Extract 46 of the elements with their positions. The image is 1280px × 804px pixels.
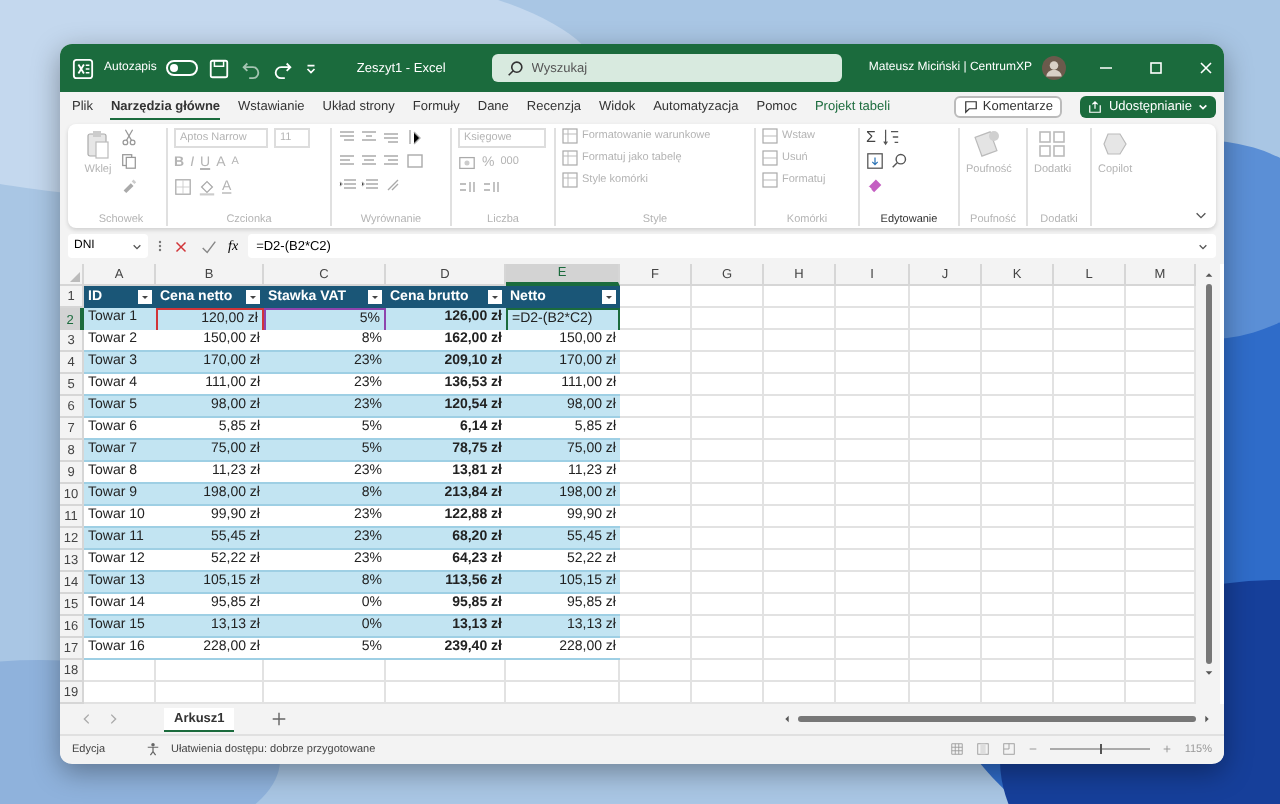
enter-icon[interactable] [200,237,218,255]
cells-icon [762,172,778,188]
accessibility-icon[interactable] [145,742,160,756]
search-icon[interactable] [890,152,908,170]
fill-down-icon[interactable] [866,152,884,170]
search-icon [505,59,524,77]
comment-icon [964,100,979,114]
table-icon [562,172,578,188]
save-icon[interactable] [208,57,231,79]
share-icon [1088,100,1103,114]
autosave-toggle[interactable] [166,60,199,76]
maximize-icon[interactable] [1146,58,1166,78]
triangle-icon [70,272,80,282]
scroll-left-icon[interactable] [782,714,792,724]
cancel-icon[interactable] [172,237,190,255]
filter-dropdown-button[interactable] [368,290,382,304]
scroll-down-icon[interactable] [1203,668,1213,678]
redo-icon[interactable] [272,57,295,79]
table-icon [562,128,578,144]
filter-dropdown-button[interactable] [488,290,502,304]
vertical-scrollbar[interactable] [1196,264,1220,704]
customize-icon[interactable] [304,61,319,75]
filter-dropdown-button[interactable] [246,290,260,304]
undo-icon[interactable] [240,57,263,79]
scroll-right-icon[interactable] [1202,714,1212,724]
cells-icon [762,150,778,166]
grid-icon [1036,128,1069,160]
filter-dropdown-button[interactable] [602,290,616,304]
caret-icon [1198,102,1208,112]
document-icon [972,128,1005,160]
collapse-ribbon-icon[interactable] [1194,208,1208,222]
excel-logo-icon [72,57,94,79]
add-sheet-icon[interactable] [270,710,289,728]
scroll-up-icon[interactable] [1203,270,1213,280]
table-icon [562,150,578,166]
eraser-icon[interactable] [866,176,884,194]
filter-dropdown-button[interactable] [138,290,152,304]
close-icon[interactable] [1196,58,1216,78]
autosum-button[interactable]: Σ [866,128,876,146]
caret-icon [132,241,142,251]
sort-filter-icon[interactable] [881,128,900,146]
avatar[interactable] [1042,56,1066,80]
horizontal-scrollbar[interactable] [782,714,1212,724]
expand-icon[interactable] [1198,241,1208,251]
cells-icon [762,128,778,144]
hexagon-icon [1099,128,1132,160]
